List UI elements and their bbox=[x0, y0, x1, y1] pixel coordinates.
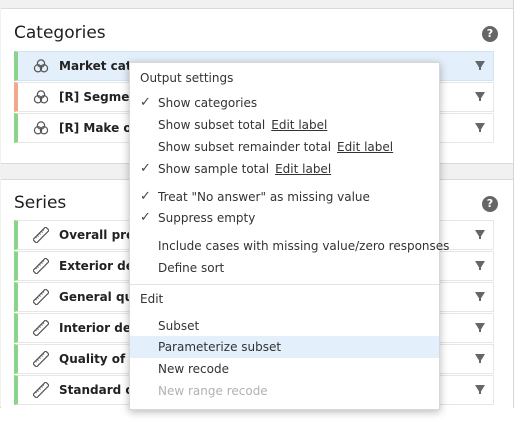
filter-icon[interactable] bbox=[475, 230, 485, 239]
menu-item-label: New range recode bbox=[158, 384, 268, 398]
ruler-icon bbox=[30, 320, 52, 336]
menu-item-label: Show sample total bbox=[158, 162, 270, 176]
menu-item-label: Define sort bbox=[158, 261, 225, 275]
menu-item-label: Parameterize subset bbox=[158, 340, 282, 354]
menu-item-show-subset-remainder[interactable]: Show subset remainder total Edit label bbox=[130, 136, 439, 158]
menu-item-label: Show categories bbox=[158, 96, 258, 110]
menu-item-new-range-recode: New range recode bbox=[130, 380, 439, 402]
menu-item-subset[interactable]: Subset bbox=[130, 315, 439, 337]
edit-label-link[interactable]: Edit label bbox=[337, 140, 393, 154]
ruler-icon bbox=[30, 258, 52, 274]
menu-item-label: New recode bbox=[158, 362, 229, 376]
filter-icon[interactable] bbox=[475, 292, 485, 301]
help-icon[interactable]: ? bbox=[482, 196, 498, 212]
menu-item-label: Show subset total bbox=[158, 118, 266, 132]
checkmark-icon: ✓ bbox=[140, 210, 151, 225]
edit-label-link[interactable]: Edit label bbox=[275, 162, 331, 176]
filter-icon[interactable] bbox=[475, 385, 485, 394]
menu-item-label: Subset bbox=[158, 319, 200, 333]
menu-item-label: Treat "No answer" as missing value bbox=[158, 190, 370, 204]
edit-label-link[interactable]: Edit label bbox=[271, 118, 327, 132]
menu-separator bbox=[130, 284, 439, 285]
categories-title: Categories bbox=[14, 23, 106, 43]
checkmark-icon: ✓ bbox=[140, 161, 151, 176]
filter-icon[interactable] bbox=[475, 61, 485, 70]
menu-item-show-sample-total[interactable]: ✓ Show sample total Edit label bbox=[130, 158, 439, 180]
menu-item-label: Suppress empty bbox=[158, 211, 256, 225]
context-menu: Output settings ✓ Show categories Show s… bbox=[129, 62, 449, 410]
ruler-icon bbox=[30, 289, 52, 305]
series-title: Series bbox=[14, 193, 67, 213]
menu-item-label: Show subset remainder total bbox=[158, 140, 332, 154]
menu-item-show-categories[interactable]: ✓ Show categories bbox=[130, 92, 439, 114]
menu-item-include-cases[interactable]: Include cases with missing value/zero re… bbox=[130, 235, 449, 257]
menu-item-label: Include cases with missing value/zero re… bbox=[158, 239, 450, 253]
filter-icon[interactable] bbox=[475, 92, 485, 101]
ruler-icon bbox=[30, 351, 52, 367]
filter-icon[interactable] bbox=[475, 123, 485, 132]
ruler-icon bbox=[30, 227, 52, 243]
menu-item-define-sort[interactable]: Define sort bbox=[130, 257, 439, 279]
menu-item-show-subset-total[interactable]: Show subset total Edit label bbox=[130, 114, 439, 136]
ruler-icon bbox=[30, 382, 52, 398]
menu-item-new-recode[interactable]: New recode bbox=[130, 358, 439, 380]
filter-icon[interactable] bbox=[475, 323, 485, 332]
edit-header: Edit bbox=[140, 292, 164, 306]
menu-item-parameterize-subset[interactable]: Parameterize subset bbox=[130, 336, 439, 358]
help-icon[interactable]: ? bbox=[482, 26, 498, 42]
checkmark-icon: ✓ bbox=[140, 189, 151, 204]
venn-icon bbox=[30, 89, 52, 105]
output-settings-header: Output settings bbox=[140, 71, 234, 85]
menu-item-suppress-empty[interactable]: ✓ Suppress empty bbox=[130, 207, 439, 229]
menu-item-treat-no-answer[interactable]: ✓ Treat "No answer" as missing value bbox=[130, 186, 439, 208]
filter-icon[interactable] bbox=[475, 261, 485, 270]
venn-icon bbox=[30, 58, 52, 74]
filter-icon[interactable] bbox=[475, 354, 485, 363]
venn-icon bbox=[30, 120, 52, 136]
checkmark-icon: ✓ bbox=[140, 95, 151, 110]
